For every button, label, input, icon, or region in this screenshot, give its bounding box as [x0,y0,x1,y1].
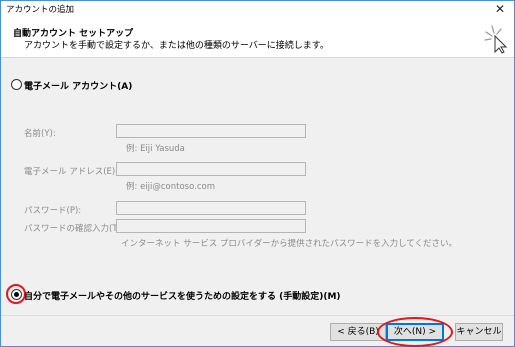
name-example: 例: Eiji Yasuda [126,144,185,154]
password-confirm-field[interactable] [116,219,306,233]
password-hint: インターネット サービス プロバイダーから提供されたパスワードを入力してください… [121,239,458,249]
add-account-dialog: アカウントの追加 ✕ 自動アカウント セットアップ アカウントを手動で設定するか… [0,0,515,347]
manual-setup-label[interactable]: 自分で電子メールやその他のサービスを使うための設定をする (手動設定)(M) [24,289,341,302]
wizard-header: 自動アカウント セットアップ アカウントを手動で設定するか、または他の種類のサー… [1,17,514,58]
footer-divider [1,315,514,316]
name-field[interactable] [116,124,306,138]
password-field-label: パスワード(P): [24,206,82,216]
title-bar: アカウントの追加 ✕ [1,1,514,17]
header-description: アカウントを手動で設定するか、または他の種類のサーバーに接続します。 [24,41,329,51]
email-field-label: 電子メール アドレス(E): [24,167,119,177]
name-field-label: 名前(Y): [24,129,56,139]
annotation-circle-radio [6,284,26,304]
email-account-label[interactable]: 電子メール アカウント(A) [24,79,132,92]
email-example: 例: eiji@contoso.com [126,182,216,192]
cursor-sparkle-icon [484,25,508,54]
email-account-radio[interactable] [11,79,22,90]
annotation-circle-next [377,317,453,347]
password-confirm-label: パスワードの確認入力(T): [24,224,124,234]
email-field[interactable] [116,162,306,176]
close-icon[interactable]: ✕ [495,1,505,17]
window-title: アカウントの追加 [6,5,75,15]
password-field[interactable] [116,201,306,215]
cancel-button[interactable]: キャンセル [455,323,503,341]
